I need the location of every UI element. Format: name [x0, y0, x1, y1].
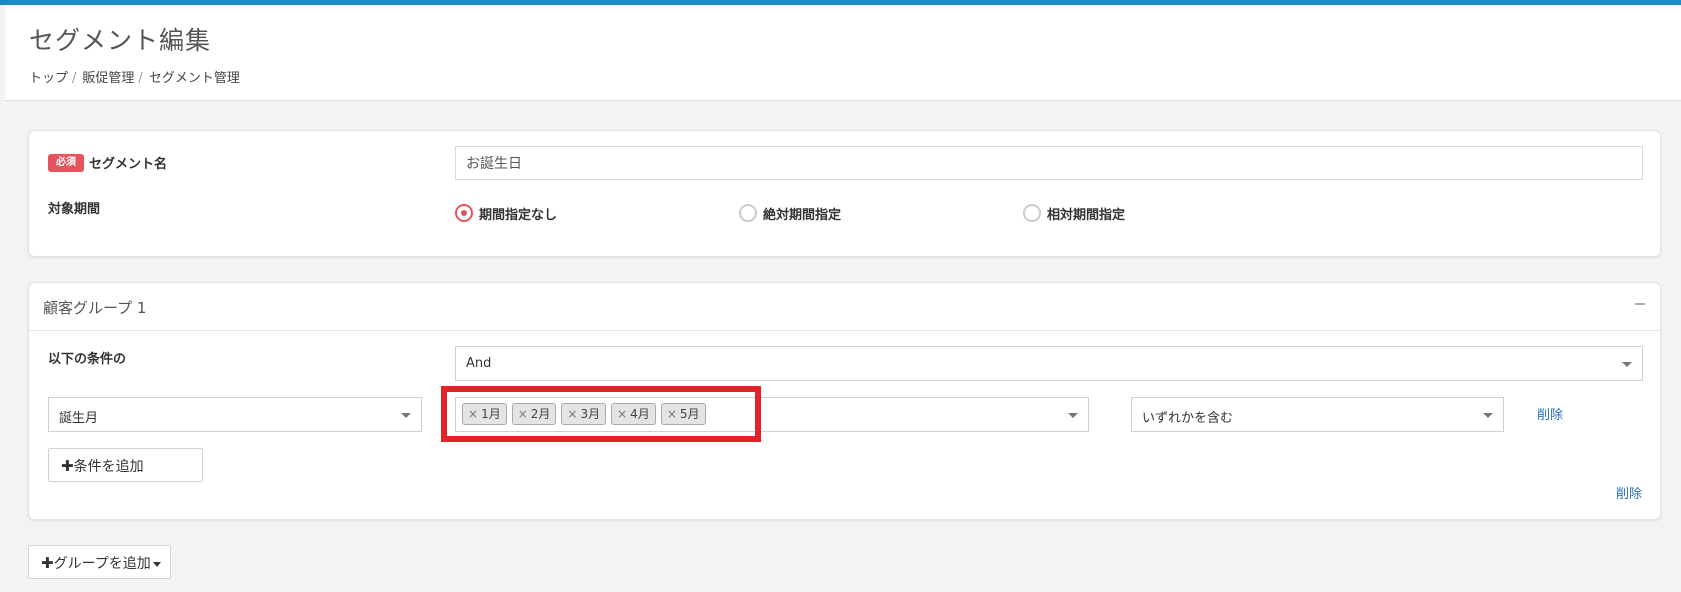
chevron-down-icon — [1622, 362, 1632, 367]
breadcrumb-item-top[interactable]: トップ — [29, 71, 68, 86]
radio-absolute-period[interactable]: 絶対期間指定 — [739, 203, 841, 223]
chevron-down-icon — [401, 413, 411, 418]
operator-select[interactable]: いずれかを含む — [1131, 397, 1504, 432]
radio-unselected-icon — [739, 204, 757, 222]
radio-relative-period[interactable]: 相対期間指定 — [1023, 203, 1125, 223]
operator-value: いずれかを含む — [1142, 411, 1234, 426]
breadcrumb: トップ / 販促管理 / セグメント管理 — [29, 67, 240, 86]
radio-no-period[interactable]: 期間指定なし — [455, 203, 557, 223]
plus-icon: ✚ — [41, 554, 54, 572]
condition-field-select[interactable]: 誕生月 — [48, 397, 422, 432]
tag-month[interactable]: × 2月 — [511, 403, 557, 425]
group-header: 顧客グループ 1 — [29, 283, 1660, 331]
customer-group-card: 顧客グループ 1 以下の条件の And 誕生月 × 1月 × 2月 × 3月 × 4月 … — [28, 282, 1661, 520]
segment-settings-card: 必須 セグメント名 対象期間 期間指定なし 絶対期間指定 相対期間指定 — [28, 130, 1661, 257]
plus-icon: ✚ — [61, 457, 74, 475]
breadcrumb-separator: / — [138, 71, 143, 86]
tag-month[interactable]: × 3月 — [561, 403, 607, 425]
remove-tag-icon[interactable]: × — [468, 407, 478, 421]
segment-name-label: セグメント名 — [89, 157, 168, 172]
group-title: 顧客グループ 1 — [43, 299, 147, 317]
radio-unselected-icon — [1023, 204, 1041, 222]
logic-select[interactable]: And — [455, 346, 1643, 381]
page-header: セグメント編集 トップ / 販促管理 / セグメント管理 — [5, 5, 1681, 101]
radio-label: 相対期間指定 — [1047, 207, 1126, 223]
period-label: 対象期間 — [48, 202, 101, 217]
radio-label: 絶対期間指定 — [763, 207, 842, 223]
tag-month[interactable]: × 4月 — [611, 403, 656, 425]
remove-tag-icon[interactable]: × — [567, 407, 577, 421]
add-group-button[interactable]: ✚グループを追加 — [28, 545, 171, 579]
condition-logic-label: 以下の条件の — [48, 352, 127, 367]
minus-icon[interactable] — [1632, 295, 1648, 311]
logic-select-value: And — [466, 356, 492, 371]
selected-tags: × 1月 × 2月 × 3月 × 4月 × 5月 — [462, 403, 706, 425]
breadcrumb-item-segment[interactable]: セグメント管理 — [149, 71, 240, 86]
remove-tag-icon[interactable]: × — [518, 407, 528, 421]
delete-condition-link[interactable]: 削除 — [1537, 404, 1563, 423]
segment-name-input[interactable] — [455, 146, 1643, 180]
breadcrumb-separator: / — [72, 71, 77, 86]
caret-down-icon — [152, 561, 161, 567]
month-multiselect[interactable]: × 1月 × 2月 × 3月 × 4月 × 5月 — [455, 397, 1089, 432]
chevron-down-icon — [1068, 413, 1078, 418]
chevron-down-icon — [1483, 413, 1493, 418]
required-badge: 必須 — [48, 154, 84, 172]
tag-month[interactable]: × 5月 — [660, 403, 706, 425]
add-condition-button[interactable]: ✚条件を追加 — [48, 448, 203, 482]
condition-field-value: 誕生月 — [59, 411, 99, 426]
breadcrumb-item-promotion[interactable]: 販促管理 — [82, 71, 134, 86]
radio-selected-icon — [455, 204, 473, 222]
remove-tag-icon[interactable]: × — [617, 407, 627, 421]
radio-label: 期間指定なし — [479, 207, 558, 223]
delete-group-link[interactable]: 削除 — [1616, 483, 1642, 502]
remove-tag-icon[interactable]: × — [667, 407, 677, 421]
tag-month[interactable]: × 1月 — [462, 403, 507, 425]
page-title: セグメント編集 — [29, 26, 212, 55]
